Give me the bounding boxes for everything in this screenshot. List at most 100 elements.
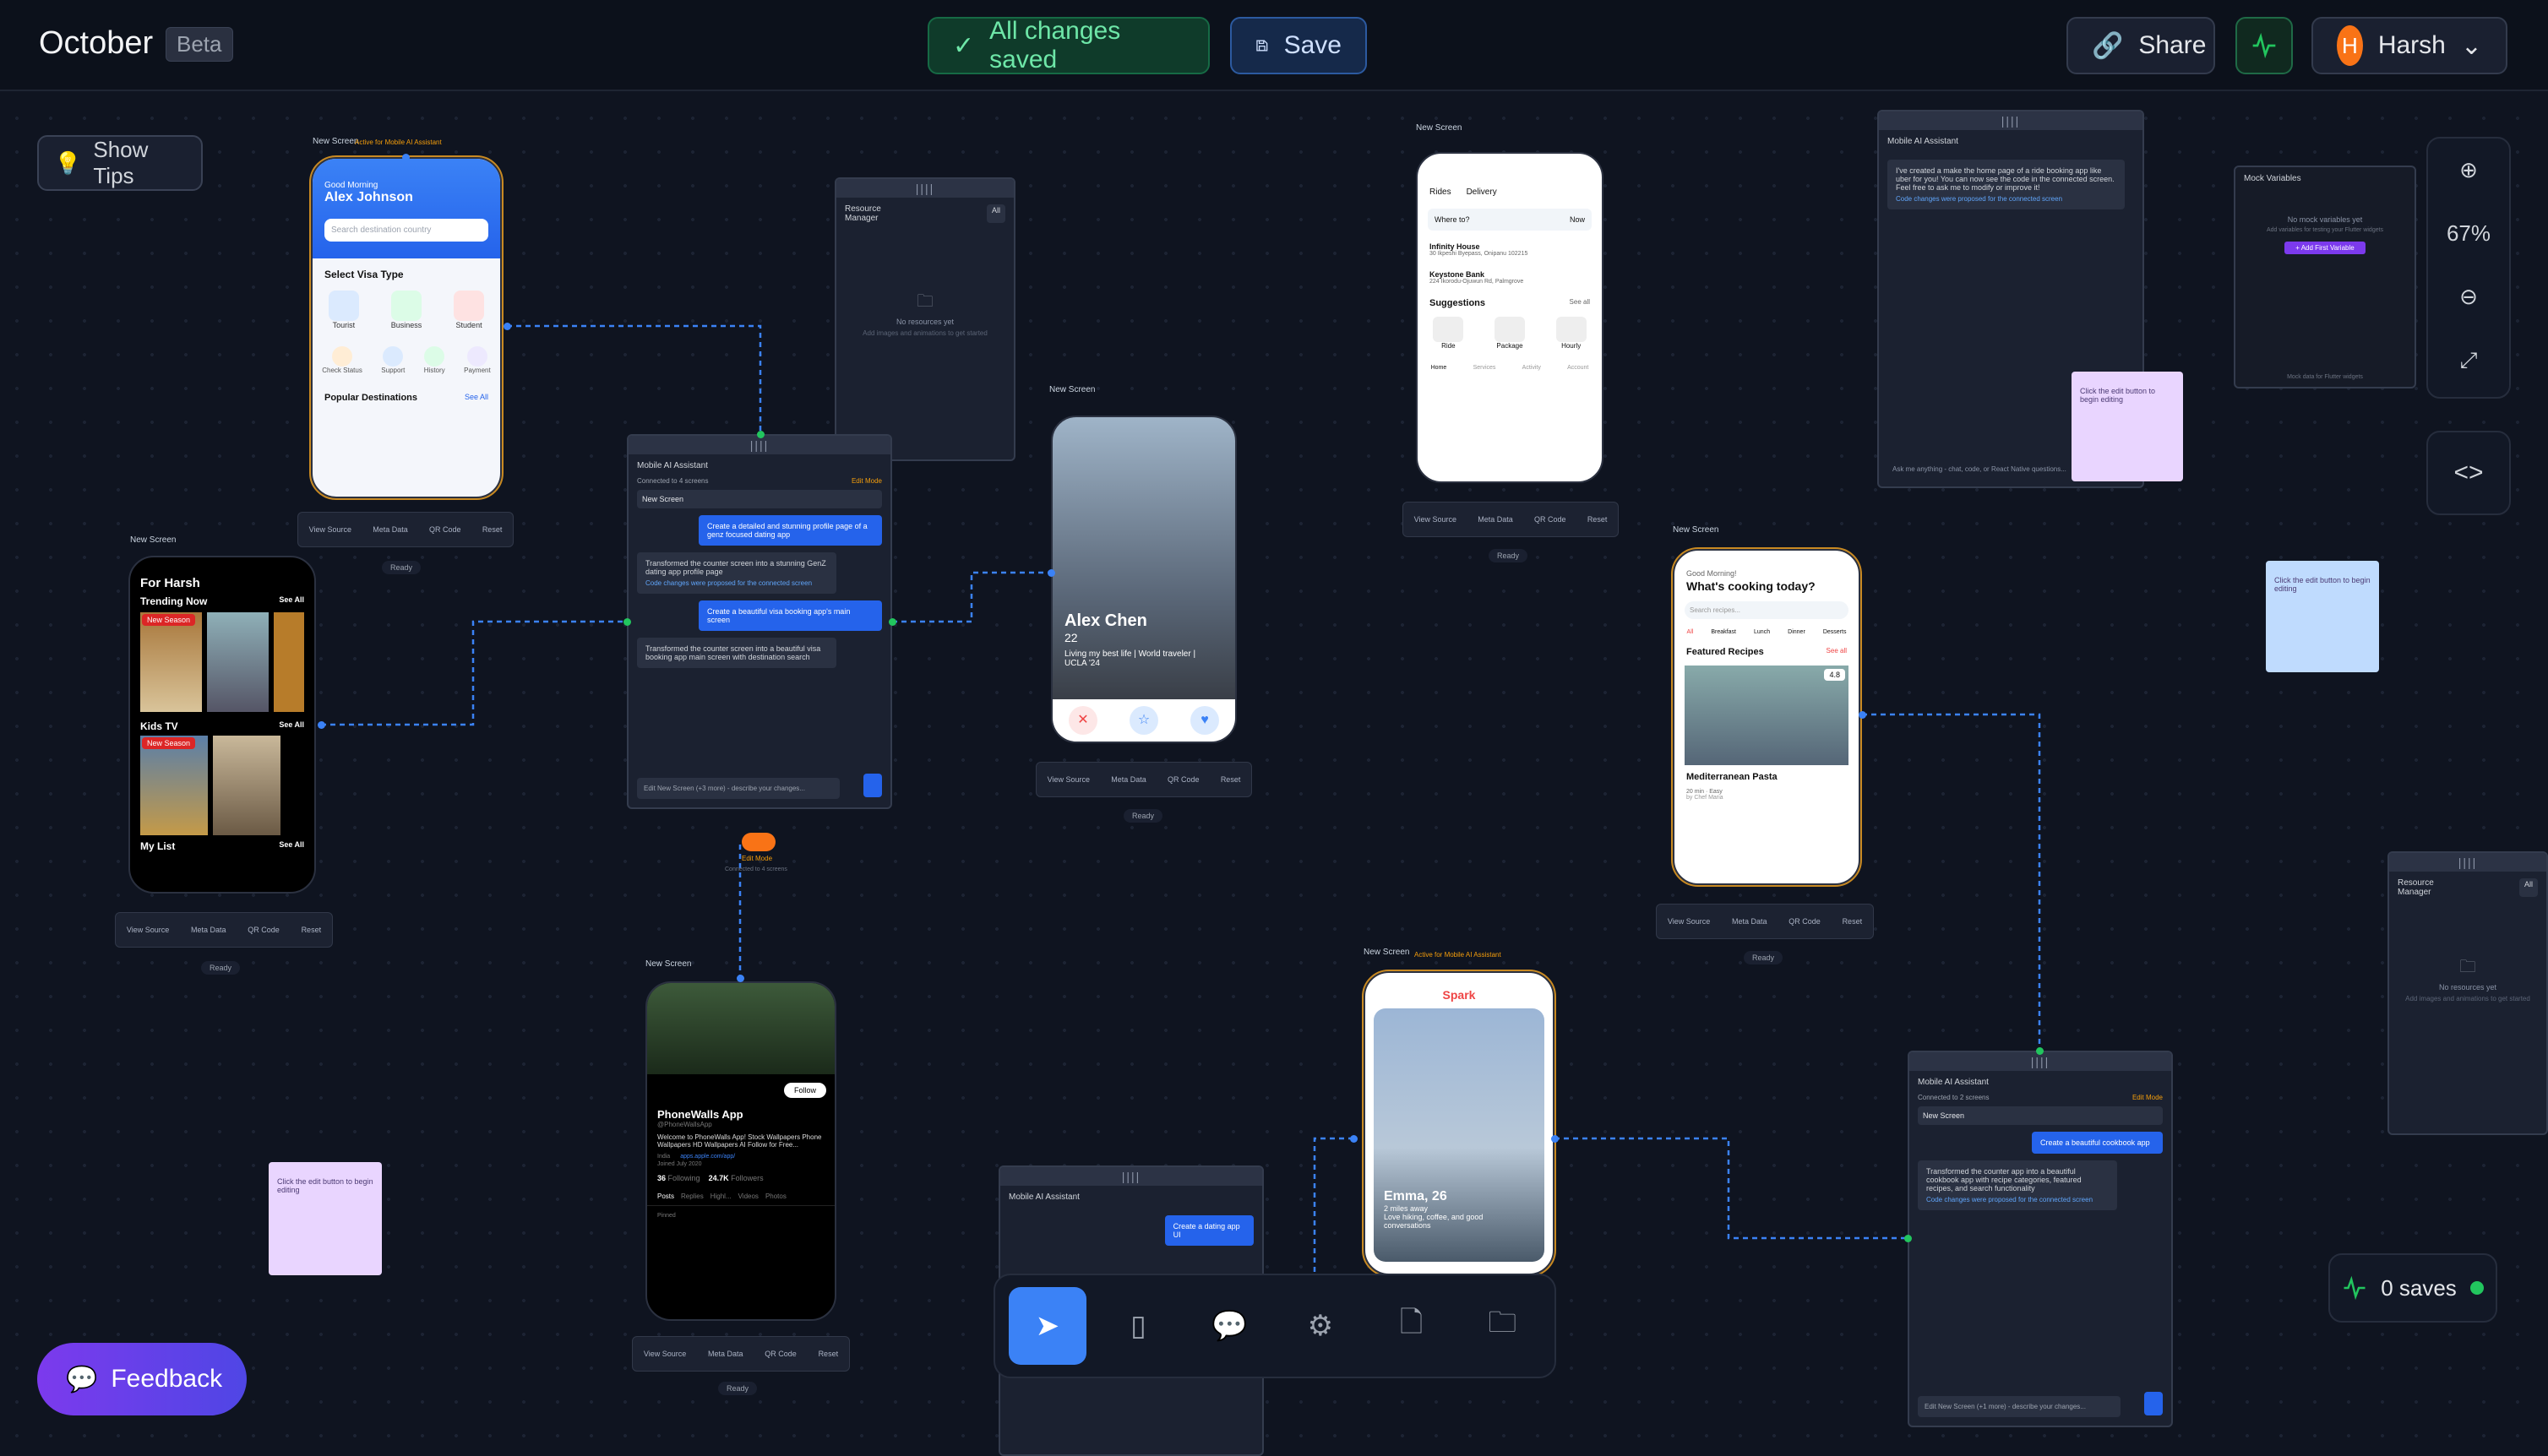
meta-data-button[interactable]: Meta Data bbox=[373, 525, 408, 534]
visa-type-tourist[interactable]: Tourist bbox=[328, 291, 359, 329]
connection-dot[interactable] bbox=[1350, 1135, 1358, 1143]
select-tool[interactable]: ➤ bbox=[1009, 1287, 1086, 1365]
pass-button[interactable]: ✕ bbox=[1069, 706, 1097, 735]
fit-screen-icon[interactable]: ⤢ bbox=[2428, 329, 2509, 392]
like-button[interactable]: ♥ bbox=[1190, 706, 1219, 735]
resources-tool[interactable]: 🗀 bbox=[1463, 1287, 1541, 1365]
edit-mode-toggle[interactable] bbox=[742, 833, 776, 851]
popular-title: Popular Destinations bbox=[324, 393, 418, 403]
connection-dot[interactable] bbox=[1551, 1135, 1559, 1143]
connection-dot[interactable] bbox=[1859, 711, 1866, 719]
saves-indicator[interactable]: 0 saves bbox=[2328, 1253, 2497, 1323]
profile-bio: Living my best life | World traveler | U… bbox=[1064, 649, 1196, 668]
settings-tool[interactable]: ⚙ bbox=[1282, 1287, 1359, 1365]
drag-handle[interactable]: |||| bbox=[1879, 111, 2142, 130]
sticky-note[interactable]: Click the edit button to begin editing bbox=[2266, 561, 2379, 672]
filter-select[interactable]: All bbox=[986, 204, 1005, 223]
star-button[interactable]: ☆ bbox=[1130, 706, 1158, 735]
search-input[interactable]: Search recipes... bbox=[1685, 601, 1848, 619]
time-select[interactable]: Now bbox=[1570, 215, 1585, 224]
zoom-out-icon[interactable]: ⊖ bbox=[2428, 265, 2509, 329]
share-button[interactable]: 🔗 Share bbox=[2066, 17, 2215, 74]
save-button[interactable]: Save bbox=[1230, 17, 1367, 74]
action-history[interactable]: History bbox=[424, 346, 445, 374]
screen-select[interactable]: New Screen bbox=[637, 490, 882, 508]
connection-dot[interactable] bbox=[2036, 1047, 2044, 1055]
search-input[interactable]: Search destination country bbox=[324, 219, 488, 242]
note-tool[interactable]: 🗋 bbox=[1373, 1287, 1451, 1365]
connection-dot[interactable] bbox=[402, 154, 410, 161]
ai-chat-tool[interactable]: 💬 bbox=[1190, 1287, 1268, 1365]
visa-type-student[interactable]: Student bbox=[454, 291, 485, 329]
show-poster[interactable] bbox=[206, 612, 269, 712]
feedback-button[interactable]: 💬 Feedback bbox=[37, 1343, 247, 1415]
sticky-note[interactable]: Click the edit button to begin editing bbox=[269, 1162, 382, 1275]
action-support[interactable]: Support bbox=[381, 346, 405, 374]
connection-dot[interactable] bbox=[623, 618, 631, 626]
ai-assistant-panel[interactable]: |||| Mobile AI Assistant Connected to 4 … bbox=[627, 434, 892, 809]
add-screen-tool[interactable]: ▯ bbox=[1100, 1287, 1178, 1365]
chat-input[interactable]: Edit New Screen (+1 more) - describe you… bbox=[1918, 1396, 2121, 1417]
show-poster[interactable] bbox=[273, 612, 304, 712]
ai-message: Transformed the counter screen into a st… bbox=[637, 552, 836, 594]
drag-handle[interactable]: |||| bbox=[836, 179, 1014, 198]
where-input[interactable]: Where to? bbox=[1435, 215, 1470, 224]
connection-dot[interactable] bbox=[757, 431, 765, 438]
screen-select[interactable]: New Screen bbox=[1918, 1106, 2163, 1125]
connection-dot[interactable] bbox=[1048, 569, 1055, 577]
page-title: For Harsh bbox=[140, 576, 200, 590]
action-payment[interactable]: Payment bbox=[464, 346, 491, 374]
profile-app-screen[interactable]: Alex Chen 22 Living my best life | World… bbox=[1051, 416, 1237, 743]
connection-dot[interactable] bbox=[318, 721, 325, 729]
zoom-in-icon[interactable]: ⊕ bbox=[2428, 139, 2509, 202]
screen-controls: View Source Meta Data QR Code Reset bbox=[632, 1336, 850, 1372]
connection-dot[interactable] bbox=[889, 618, 896, 626]
rides-app-screen[interactable]: Rides Delivery Where to? Now Infinity Hous… bbox=[1416, 152, 1603, 483]
send-button[interactable] bbox=[2144, 1392, 2163, 1415]
connection-dot[interactable] bbox=[737, 975, 744, 982]
code-button[interactable]: <> bbox=[2426, 431, 2511, 515]
drag-handle[interactable]: |||| bbox=[1000, 1167, 1262, 1186]
drag-handle[interactable]: |||| bbox=[1909, 1052, 2171, 1071]
mock-variables-panel[interactable]: Mock Variables No mock variables yet Add… bbox=[2234, 166, 2416, 388]
chevron-down-icon: ⌄ bbox=[2460, 31, 2482, 60]
view-source-button[interactable]: View Source bbox=[309, 525, 351, 534]
sticky-note[interactable]: Click the edit button to begin editing bbox=[2072, 372, 2183, 481]
ai-assistant-panel[interactable]: |||| Mobile AI Assistant Connected to 2 … bbox=[1908, 1051, 2173, 1427]
add-variable-button[interactable]: + Add First Variable bbox=[2284, 242, 2366, 254]
action-check-status[interactable]: Check Status bbox=[322, 346, 362, 374]
gear-icon: ⚙ bbox=[1307, 1310, 1334, 1342]
tv-app-screen[interactable]: For Harsh Trending Now See All New Season… bbox=[128, 556, 316, 894]
see-all-link[interactable]: See All bbox=[465, 393, 488, 403]
wallpaper-app-screen[interactable]: Follow PhoneWalls App @PhoneWallsApp Wel… bbox=[645, 981, 836, 1321]
profile-card[interactable]: Emma, 26 2 miles away Love hiking, coffe… bbox=[1374, 1008, 1544, 1262]
user-menu[interactable]: H Harsh ⌄ bbox=[2311, 17, 2507, 74]
spark-app-screen[interactable]: Spark Emma, 26 2 miles away Love hiking,… bbox=[1362, 970, 1556, 1277]
connection-dot[interactable] bbox=[504, 323, 511, 330]
greeting: Good Morning bbox=[324, 181, 378, 190]
drag-handle[interactable]: |||| bbox=[629, 436, 890, 454]
cursor-icon: ➤ bbox=[1035, 1310, 1060, 1342]
qr-code-button[interactable]: QR Code bbox=[429, 525, 461, 534]
show-poster[interactable]: New Season bbox=[140, 736, 208, 835]
user-name: Harsh bbox=[2377, 31, 2446, 59]
resource-manager-panel[interactable]: |||| Resource Manager All 🗀 No resources … bbox=[835, 177, 1015, 461]
profile-age: 22 bbox=[1064, 631, 1078, 644]
recipe-image[interactable]: 4.8 bbox=[1685, 666, 1848, 765]
visa-app-screen[interactable]: Good Morning Alex Johnson Search destina… bbox=[309, 155, 504, 500]
screen-controls: View Source Meta Data QR Code Reset bbox=[1402, 502, 1619, 537]
link-icon: 🔗 bbox=[2092, 31, 2124, 60]
show-poster[interactable]: New Season bbox=[140, 612, 202, 712]
show-poster[interactable] bbox=[213, 736, 280, 835]
follow-button[interactable]: Follow bbox=[783, 1083, 826, 1098]
show-tips-button[interactable]: 💡 Show Tips bbox=[37, 135, 203, 191]
visa-type-business[interactable]: Business bbox=[391, 291, 422, 329]
activity-button[interactable] bbox=[2235, 17, 2293, 74]
chat-input[interactable]: Edit New Screen (+3 more) - describe you… bbox=[637, 778, 840, 799]
recipe-app-screen[interactable]: Good Morning! What's cooking today? Sear… bbox=[1671, 547, 1862, 887]
send-button[interactable] bbox=[863, 774, 882, 797]
resource-manager-panel[interactable]: |||| Resource Manager All 🗀 No resources … bbox=[2387, 851, 2548, 1135]
connection-dot[interactable] bbox=[1904, 1235, 1912, 1242]
drag-handle[interactable]: |||| bbox=[2389, 853, 2546, 872]
reset-button[interactable]: Reset bbox=[482, 525, 503, 534]
